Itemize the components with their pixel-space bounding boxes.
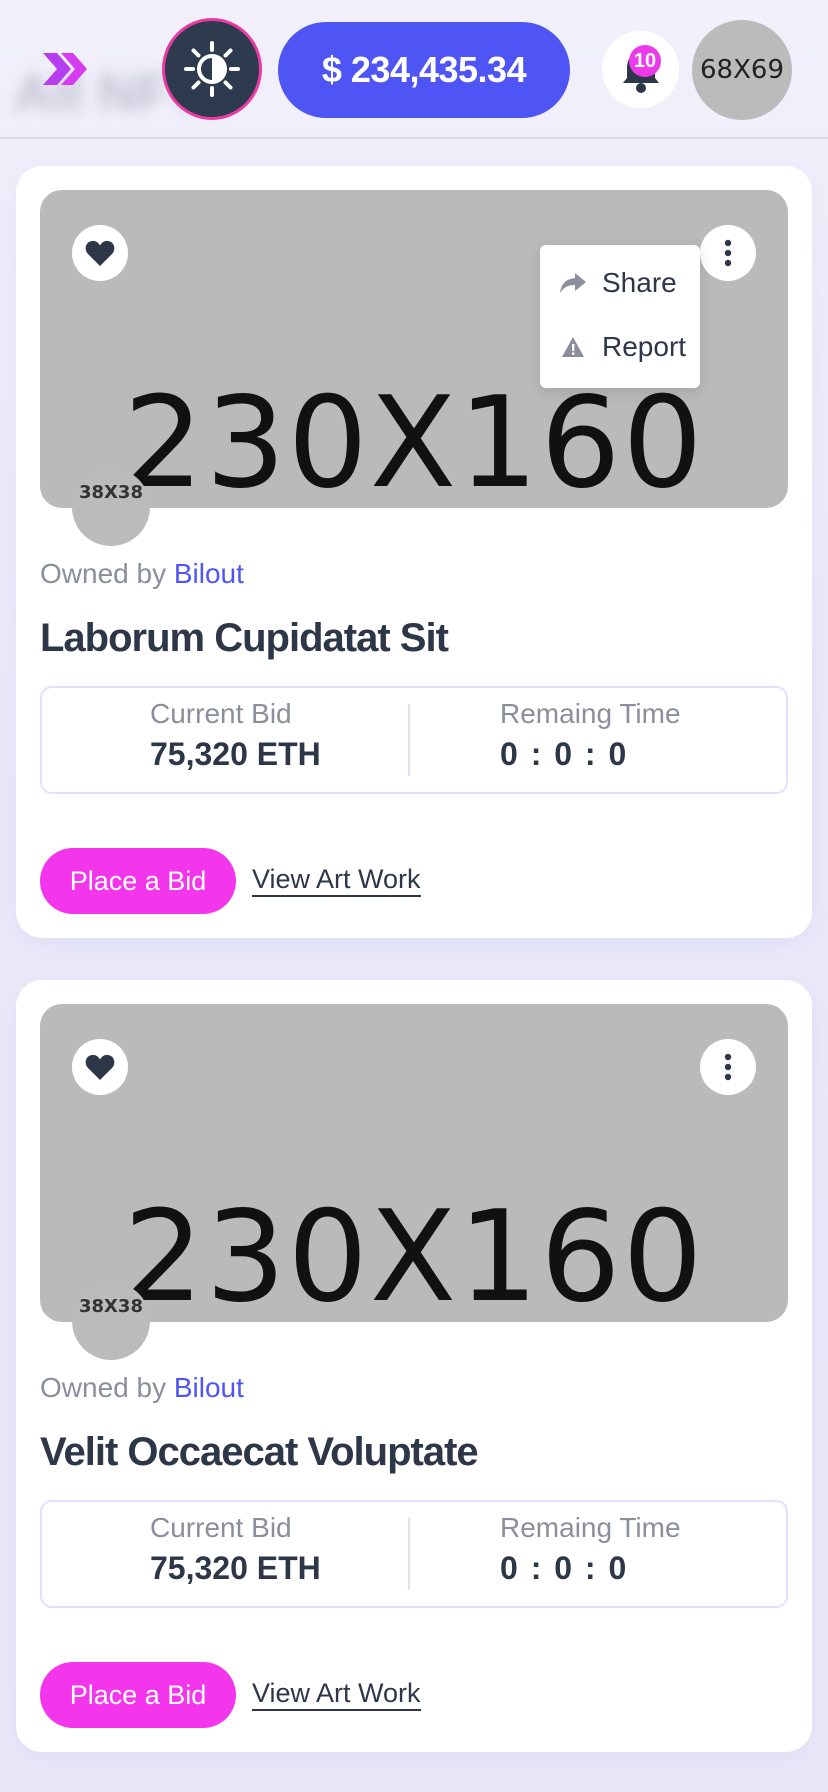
creator-avatar[interactable]: 38X38 [72,1282,150,1360]
nft-image[interactable]: 230X160 [40,1004,788,1322]
nft-image[interactable]: 230X160 Share Report [40,190,788,508]
owner-link[interactable]: Bilout [174,558,244,589]
options-dropdown: Share Report [540,245,700,388]
menu-button[interactable] [36,44,94,94]
share-arrow-icon [558,271,588,295]
divider [408,704,410,776]
remaining-time-label: Remaing Time [500,698,681,729]
nft-card: 230X160 38X38 Owned by Bilout Velit Occa… [16,980,812,1752]
top-bar: All NFTs $ 234,435.34 10 68X69 [0,0,828,139]
remaining-time-value: 0 : 0 : 0 [500,736,627,772]
owned-by: Owned by Bilout [40,558,244,590]
current-bid: Current Bid 75,320 ETH [150,1512,321,1587]
place-bid-button[interactable]: Place a Bid [40,848,236,914]
view-artwork-link[interactable]: View Art Work [252,863,421,897]
current-bid-value: 75,320 ETH [150,736,321,772]
owned-by: Owned by Bilout [40,1372,244,1404]
current-bid-value: 75,320 ETH [150,1550,321,1586]
more-options-button[interactable] [700,225,756,281]
nft-image-placeholder: 230X160 [123,369,705,508]
remaining-time: Remaing Time 0 : 0 : 0 [500,1512,681,1587]
wallet-balance-button[interactable]: $ 234,435.34 [278,22,570,118]
remaining-time: Remaing Time 0 : 0 : 0 [500,698,681,773]
divider [408,1518,410,1590]
double-chevron-right-icon [43,53,87,85]
view-artwork-link[interactable]: View Art Work [252,1677,421,1711]
bid-info-box: Current Bid 75,320 ETH Remaing Time 0 : … [40,686,788,794]
heart-icon [85,1054,115,1080]
creator-avatar[interactable]: 38X38 [72,468,150,546]
heart-icon [85,240,115,266]
more-vertical-icon [724,1053,732,1081]
more-options-button[interactable] [700,1039,756,1095]
nft-image-placeholder: 230X160 [123,1183,705,1322]
menu-item-label: Report [602,331,687,362]
like-button[interactable] [72,1039,128,1095]
menu-item-report[interactable]: Report [540,319,700,375]
menu-item-label: Share [602,267,677,298]
menu-item-share[interactable]: Share [540,255,700,311]
nft-title: Velit Occaecat Voluptate [40,1430,479,1474]
nft-card: 230X160 Share Report 38X38 Owned by Bilo… [16,166,812,938]
place-bid-button[interactable]: Place a Bid [40,1662,236,1728]
remaining-time-value: 0 : 0 : 0 [500,1550,627,1586]
current-bid-label: Current Bid [150,698,292,729]
user-avatar[interactable]: 68X69 [692,20,792,120]
nft-title: Laborum Cupidatat Sit [40,616,449,660]
owned-by-label: Owned by [40,1372,167,1403]
bid-info-box: Current Bid 75,320 ETH Remaing Time 0 : … [40,1500,788,1608]
current-bid-label: Current Bid [150,1512,292,1543]
sun-moon-icon [184,41,240,97]
theme-toggle-button[interactable] [162,18,262,120]
more-vertical-icon [724,239,732,267]
remaining-time-label: Remaing Time [500,1512,681,1543]
like-button[interactable] [72,225,128,281]
notification-count-badge: 10 [629,45,661,77]
owner-link[interactable]: Bilout [174,1372,244,1403]
notifications-button[interactable]: 10 [602,31,679,108]
warning-icon [558,336,588,358]
owned-by-label: Owned by [40,558,167,589]
current-bid: Current Bid 75,320 ETH [150,698,321,773]
